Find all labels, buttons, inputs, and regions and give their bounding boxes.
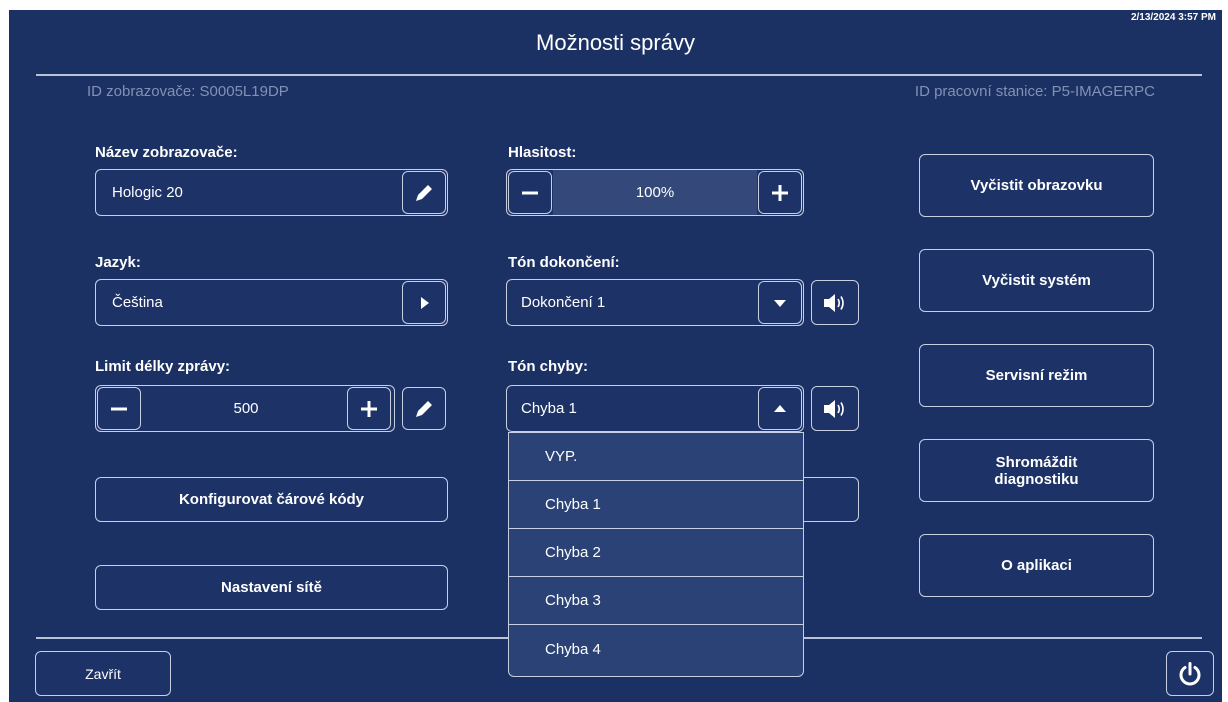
pencil-icon xyxy=(416,184,432,201)
clear-screen-button[interactable]: Vyčistit obrazovku xyxy=(919,154,1154,217)
message-length-label: Limit délky zprávy: xyxy=(95,358,231,375)
configure-barcodes-button[interactable]: Konfigurovat čárové kódy xyxy=(95,477,448,522)
display-name-value: Hologic 20 xyxy=(112,184,183,201)
edit-display-name-button[interactable] xyxy=(402,171,446,214)
header-divider xyxy=(36,74,1202,76)
plus-icon xyxy=(772,184,788,201)
dropdown-option[interactable]: Chyba 1 xyxy=(509,481,803,529)
language-field[interactable]: Čeština xyxy=(95,279,448,326)
collect-diagnostics-label-line2: diagnostiku xyxy=(994,470,1079,488)
error-tone-value: Chyba 1 xyxy=(521,400,577,417)
dropdown-option[interactable]: Chyba 4 xyxy=(509,625,803,673)
completion-tone-value: Dokončení 1 xyxy=(521,294,606,311)
minus-icon xyxy=(111,407,127,410)
play-error-tone-button[interactable] xyxy=(811,386,859,431)
service-mode-button[interactable]: Servisní režim xyxy=(919,344,1154,407)
language-value: Čeština xyxy=(112,294,163,311)
language-next-button[interactable] xyxy=(402,281,446,324)
dropdown-option[interactable]: Chyba 3 xyxy=(509,577,803,625)
power-button[interactable] xyxy=(1166,651,1214,696)
plus-icon xyxy=(361,400,377,417)
collect-diagnostics-label-line1: Shromáždit xyxy=(995,453,1078,471)
workstation-id: ID pracovní stanice: P5-IMAGERPC xyxy=(914,83,1155,100)
language-label: Jazyk: xyxy=(95,254,141,271)
close-button[interactable]: Zavřít xyxy=(35,651,171,696)
error-tone-dropdown-list: VYP. Chyba 1 Chyba 2 Chyba 3 Chyba 4 xyxy=(508,432,804,677)
error-tone-dropdown-button[interactable] xyxy=(758,387,802,430)
triangle-down-icon xyxy=(774,299,786,307)
message-length-increase-button[interactable] xyxy=(347,387,391,430)
collect-diagnostics-button[interactable]: Shromáždit diagnostiku xyxy=(919,439,1154,502)
message-length-decrease-button[interactable] xyxy=(97,387,141,430)
volume-label: Hlasitost: xyxy=(508,144,577,161)
play-completion-tone-button[interactable] xyxy=(811,280,859,325)
volume-increase-button[interactable] xyxy=(758,171,802,214)
triangle-right-icon xyxy=(421,296,429,309)
clear-system-button[interactable]: Vyčistit systém xyxy=(919,249,1154,312)
triangle-up-icon xyxy=(774,404,786,412)
about-button[interactable]: O aplikaci xyxy=(919,534,1154,597)
pencil-icon xyxy=(416,400,432,417)
display-name-field[interactable]: Hologic 20 xyxy=(95,169,448,216)
volume-decrease-button[interactable] xyxy=(508,171,552,214)
display-name-label: Název zobrazovače: xyxy=(95,144,238,161)
network-settings-button[interactable]: Nastavení sítě xyxy=(95,565,448,610)
admin-options-screen: 2/13/2024 3:57 PM Možnosti správy ID zob… xyxy=(9,10,1222,702)
speaker-icon xyxy=(824,399,844,418)
minus-icon xyxy=(522,191,538,194)
completion-tone-dropdown-button[interactable] xyxy=(758,281,802,324)
dropdown-option[interactable]: VYP. xyxy=(509,433,803,481)
power-icon xyxy=(1179,661,1201,685)
page-title: Možnosti správy xyxy=(536,30,695,55)
datetime: 2/13/2024 3:57 PM xyxy=(1130,12,1216,23)
edit-message-length-button[interactable] xyxy=(402,387,446,430)
dropdown-option[interactable]: Chyba 2 xyxy=(509,529,803,577)
display-id: ID zobrazovače: S0005L19DP xyxy=(87,83,289,100)
error-tone-label: Tón chyby: xyxy=(508,358,589,375)
completion-tone-label: Tón dokončení: xyxy=(508,254,620,271)
speaker-icon xyxy=(824,293,844,312)
